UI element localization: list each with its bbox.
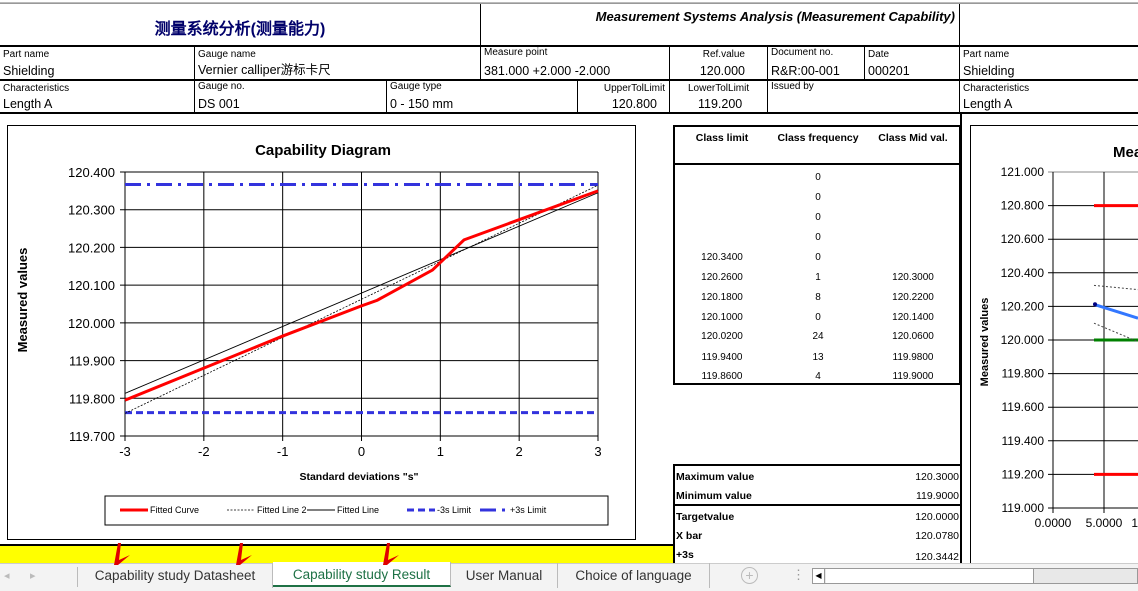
annotation-arrows bbox=[114, 543, 399, 565]
scroll-tabs-left-icon[interactable]: ◂ bbox=[4, 569, 10, 582]
y-tick-label: 119.400 bbox=[1002, 434, 1045, 448]
y-tick-label: 119.200 bbox=[1002, 467, 1045, 481]
y-tick-label: 120.000 bbox=[1001, 333, 1045, 347]
x-tick-label-partial: 1 bbox=[1131, 516, 1138, 530]
x-tick-label: 0.0000 bbox=[1035, 516, 1072, 530]
measurement-chart-svg: Mea 121.000 120.800 120.600 120.400 120.200 12… bbox=[979, 144, 1138, 530]
y-tick-label: 120.600 bbox=[1001, 232, 1045, 246]
y-tick-label: 120.400 bbox=[1001, 266, 1045, 280]
data-point bbox=[1093, 302, 1097, 307]
more-options-icon[interactable]: ⋮ bbox=[792, 567, 805, 583]
y-tick-label: 119.800 bbox=[1002, 367, 1045, 381]
horizontal-scrollbar[interactable]: ◀ bbox=[812, 568, 1138, 584]
x-tick-label: 5.0000 bbox=[1086, 516, 1123, 530]
y-tick-label: 120.800 bbox=[1001, 199, 1045, 213]
scroll-tabs-right-icon[interactable]: ▸ bbox=[30, 569, 36, 582]
y-tick-label: 119.600 bbox=[1002, 400, 1045, 414]
y-tick-label: 121.000 bbox=[1001, 165, 1045, 179]
arrow-icon bbox=[114, 543, 399, 565]
y-axis-label: Measured values bbox=[979, 298, 991, 387]
scroll-left-icon[interactable]: ◀ bbox=[813, 569, 825, 583]
add-sheet-icon[interactable]: + bbox=[741, 567, 758, 584]
y-tick-label: 119.000 bbox=[1002, 501, 1045, 515]
y-tick-label: 120.200 bbox=[1001, 299, 1045, 313]
control-line bbox=[1093, 284, 1138, 291]
chart-title: Mea bbox=[1113, 144, 1138, 161]
scrollbar-thumb[interactable] bbox=[826, 569, 1034, 583]
